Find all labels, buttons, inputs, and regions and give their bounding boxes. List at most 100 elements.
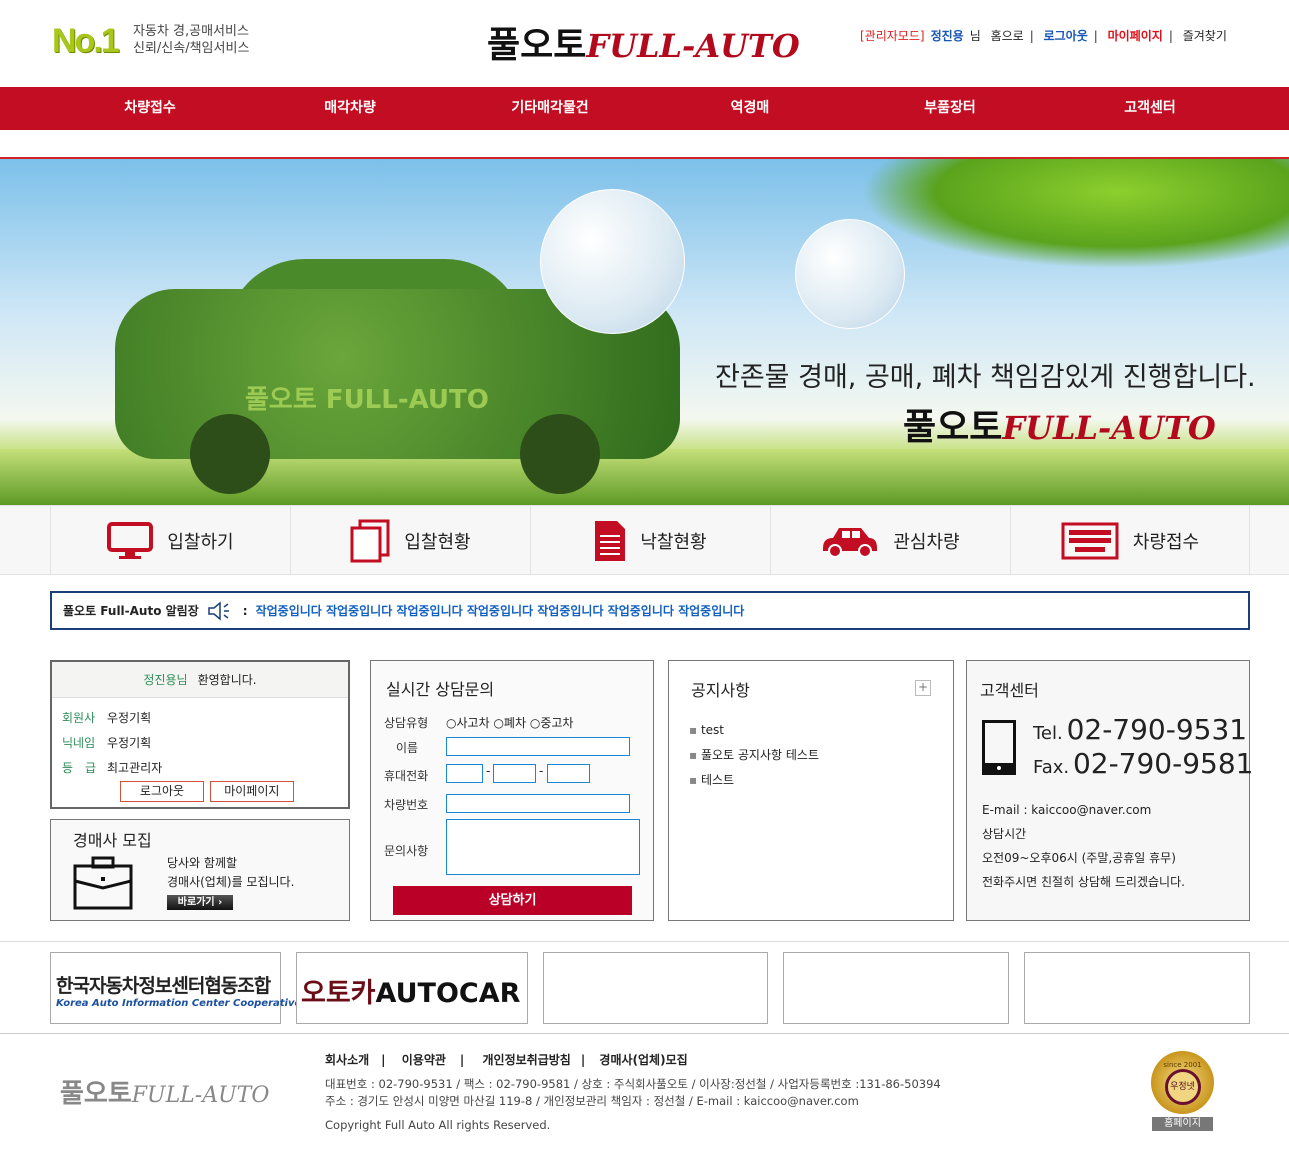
nav-other-items[interactable]: 기타매각물건 [450,87,650,130]
info-key: 닉네임 [62,736,96,750]
footer-link-recruit[interactable]: 경매사(업체)모집 [599,1053,687,1067]
name-input[interactable] [446,737,630,756]
info-row: 회원사 우정기획 [52,706,348,731]
partner-autocar[interactable]: 오토카AUTOCAR [296,952,528,1024]
car-number-input[interactable] [446,794,630,813]
partner-name: 한국자동차정보센터협동조합 [56,975,271,997]
nav-reverse-auction[interactable]: 역경매 [650,87,850,130]
list-document-icon [595,520,626,561]
submit-button[interactable]: 상담하기 [393,886,632,915]
admin-mode-link[interactable]: [관리자모드] [860,29,925,43]
briefcase-icon [73,856,133,910]
quick-label: 차량접수 [1132,531,1200,553]
bookmark-link[interactable]: 즐겨찾기 [1183,29,1227,43]
site-logo[interactable]: 풀오토FULL-AUTO [487,16,800,68]
slogan-line: 자동차 경,공매서비스 [133,24,249,39]
fax-number: 02-790-9581 [1072,747,1254,780]
mypage-button[interactable]: 마이페이지 [209,781,294,802]
cs-email: E-mail : kaiccoo@naver.com [982,803,1152,817]
logo-en: FULL-AUTO [586,27,800,65]
nav-parts-market[interactable]: 부품장터 [850,87,1050,130]
nav-sale-vehicles[interactable]: 매각차량 [250,87,450,130]
notice-title: 풀오토 Full-Auto 알림장 [63,604,199,618]
badge-since: since 2001 [1163,1060,1202,1069]
speaker-icon [208,600,229,621]
phone-input-1[interactable] [446,764,483,783]
partner-slot [543,952,768,1024]
login-box: 정진용님 환영합니다. 회원사 우정기획 닉네임 우정기획 등 급 최고관리자 로그아웃… [50,660,350,809]
logo-ko: 풀오토 [60,1079,132,1109]
phone-input-2[interactable] [493,764,536,783]
logout-link[interactable]: 로그아웃 [1044,29,1088,43]
info-row: 닉네임 우정기획 [52,731,348,756]
quick-award-status[interactable]: 낙찰현황 [530,506,770,575]
footer-info: 대표번호 : 02-790-9531 / 팩스 : 02-790-9581 / … [325,1076,941,1134]
family-bubble [540,189,685,334]
quick-label: 관심차량 [893,531,960,553]
nav-customer-center[interactable]: 고객센터 [1050,87,1250,130]
notice-ticker: 풀오토 Full-Auto 알림장 : 작업중입니다 작업중입니다 작업중입니다… [50,591,1250,630]
notice-item[interactable]: ▪ 테스트 [689,768,819,793]
type-label: 상담유형 [384,716,429,730]
badge-homepage-link[interactable]: 홈페이지 [1152,1117,1213,1131]
quick-vehicle-intake[interactable]: 차량접수 [1010,506,1250,575]
main-nav: 차량접수 매각차량 기타매각물건 역경매 부품장터 고객센터 [0,87,1289,130]
phone-input-3[interactable] [547,764,590,783]
leaves [860,159,1289,269]
notice-item[interactable]: ▪ 풀오토 공지사항 테스트 [689,743,819,768]
recruit-box: 경매사 모집 당사와 함께할 경매사(업체)를 모집니다. 바로가기 › [50,819,350,921]
partner-slot [1024,952,1250,1024]
tel-number: 02-790-9531 [1066,713,1248,746]
radio-scrap[interactable]: ○폐차 [493,716,526,730]
recruit-title: 경매사 모집 [73,831,152,850]
partner-name: 오토카 [301,978,376,1009]
cs-title: 고객센터 [980,681,1039,700]
partner-kaic[interactable]: 한국자동차정보센터협동조합 Korea Auto Information Cen… [50,952,301,1024]
user-name: 정진용 [930,29,964,43]
badge-emblem[interactable]: since 2001 우정넷 [1151,1051,1214,1114]
car-wheel [520,414,600,494]
footer-info-line: 대표번호 : 02-790-9531 / 팩스 : 02-790-9581 / … [325,1077,941,1091]
keyboard-icon [1061,522,1119,559]
fax-label: Fax. [1033,757,1070,778]
quick-watchlist[interactable]: 관심차량 [770,506,1010,575]
radio-used[interactable]: ○중고차 [530,716,574,730]
logo-ko: 풀오토 [903,407,1003,448]
more-button[interactable]: + [915,680,931,696]
quick-menu: 입찰하기 입찰현황 낙찰현황 관심차량 차량접수 [0,505,1289,575]
divider [0,941,1289,942]
inquiry-label: 문의사항 [384,844,429,858]
type-radios: ○사고차 ○폐차 ○중고차 [446,714,573,731]
footer-logo: 풀오토FULL-AUTO [60,1073,269,1110]
notice-message[interactable]: 작업중입니다 작업중입니다 작업중입니다 작업중입니다 작업중입니다 작업중입니… [256,602,745,619]
radio-label: 중고차 [540,716,574,730]
welcome-text: 환영합니다. [197,673,257,687]
no1-logo: No.1 [52,22,120,60]
info-value: 우정기획 [107,736,152,750]
quick-bid[interactable]: 입찰하기 [50,506,290,575]
banner-logo: 풀오토FULL-AUTO [903,398,1216,450]
dash: - [486,764,491,778]
home-link[interactable]: 홈으로 [991,29,1024,43]
footer-link-privacy[interactable]: 개인정보취급방침 [483,1053,571,1067]
go-button[interactable]: 바로가기 › [167,895,233,910]
banner-headline: 잔존물 경매, 공매, 폐차 책임감있게 진행합니다. [715,362,1256,393]
quick-label: 낙찰현황 [640,531,707,553]
notice-list: ▪ test ▪ 풀오토 공지사항 테스트 ▪ 테스트 [689,718,819,793]
recruit-line: 당사와 함께할 [167,856,238,870]
inquiry-textarea[interactable] [446,819,640,875]
footer-link-about[interactable]: 회사소개 [325,1053,369,1067]
user-name: 정진용님 [143,673,188,687]
notice-item[interactable]: ▪ test [689,718,819,743]
radio-label: 폐차 [503,716,527,730]
footer-info-line: 주소 : 경기도 안성시 미양면 마산길 119-8 / 개인정보관리 책임자 … [325,1094,859,1108]
info-key: 등 급 [62,761,97,775]
radio-accident[interactable]: ○사고차 [446,716,490,730]
footer-link-terms[interactable]: 이용약관 [402,1053,446,1067]
slogan-line: 신뢰/신속/책임서비스 [133,41,250,56]
mypage-link[interactable]: 마이페이지 [1108,29,1163,43]
nav-vehicle-intake[interactable]: 차량접수 [50,87,250,130]
quick-bid-status[interactable]: 입찰현황 [290,506,530,575]
welcome: 정진용님 환영합니다. [52,662,348,698]
logout-button[interactable]: 로그아웃 [120,781,204,802]
